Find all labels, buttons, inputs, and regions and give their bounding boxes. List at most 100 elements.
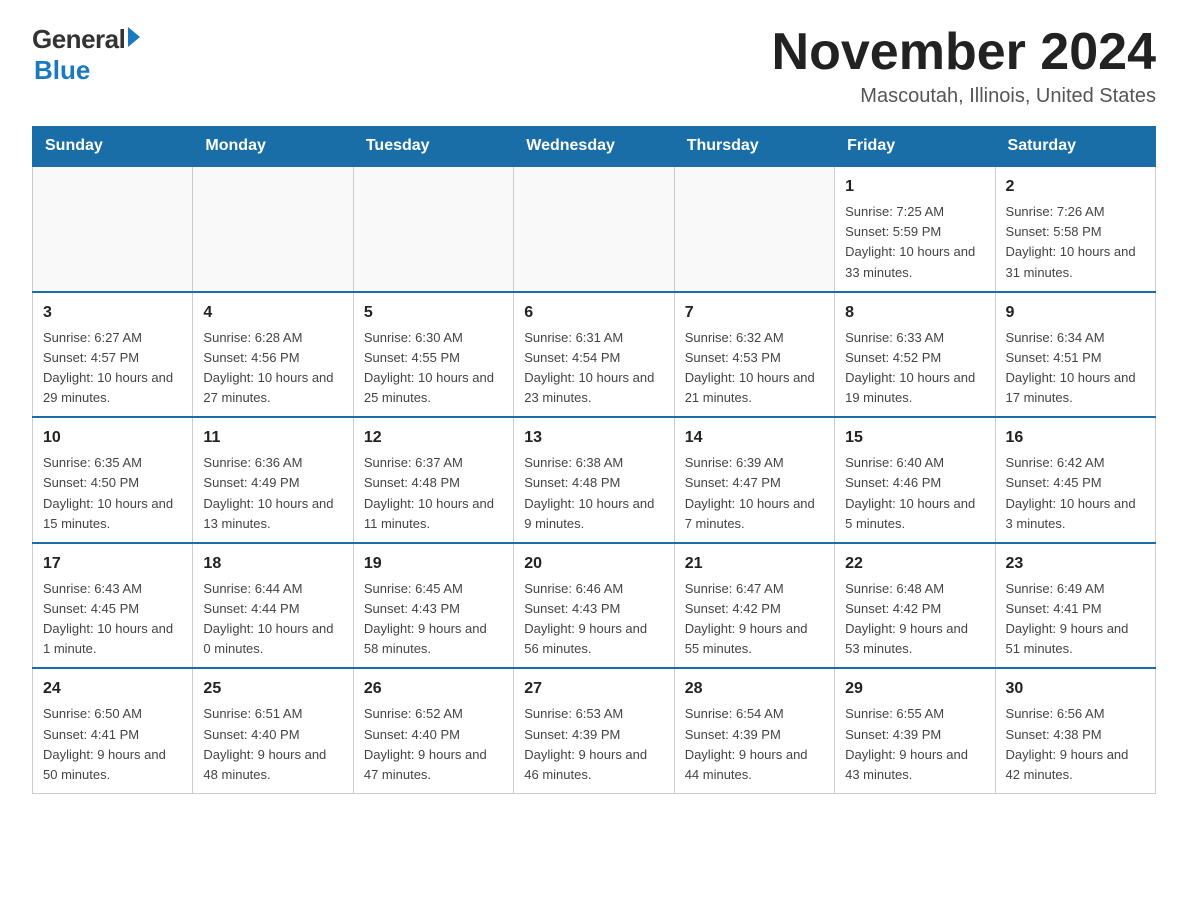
calendar-cell: 16 Sunrise: 6:42 AM Sunset: 4:45 PM Dayli… xyxy=(995,417,1155,543)
day-info: Sunrise: 6:34 AM Sunset: 4:51 PM Dayligh… xyxy=(1006,328,1145,409)
calendar-cell: 2Sunrise: 7:26 AM Sunset: 5:58 PM Daylig… xyxy=(995,166,1155,292)
day-info: Sunrise: 6:36 AM Sunset: 4:49 PM Dayligh… xyxy=(203,453,342,534)
day-number: 23 xyxy=(1006,552,1145,576)
day-number: 2 xyxy=(1006,175,1145,199)
col-header-tuesday: Tuesday xyxy=(353,127,513,167)
calendar-header-row: SundayMondayTuesdayWednesdayThursdayFrid… xyxy=(33,127,1156,167)
day-info: Sunrise: 6:28 AM Sunset: 4:56 PM Dayligh… xyxy=(203,328,342,409)
day-number: 11 xyxy=(203,426,342,450)
day-number: 9 xyxy=(1006,301,1145,325)
calendar-cell: 8 Sunrise: 6:33 AM Sunset: 4:52 PM Daylig… xyxy=(835,292,995,418)
day-number: 5 xyxy=(364,301,503,325)
day-number: 27 xyxy=(524,677,663,701)
week-row-4: 17Sunrise: 6:43 AM Sunset: 4:45 PM Dayli… xyxy=(33,543,1156,669)
calendar-cell: 4 Sunrise: 6:28 AM Sunset: 4:56 PM Daylig… xyxy=(193,292,353,418)
day-info: Sunrise: 6:50 AM Sunset: 4:41 PM Dayligh… xyxy=(43,704,182,785)
week-row-2: 3 Sunrise: 6:27 AM Sunset: 4:57 PM Daylig… xyxy=(33,292,1156,418)
calendar-cell: 28Sunrise: 6:54 AM Sunset: 4:39 PM Dayli… xyxy=(674,668,834,793)
day-info: Sunrise: 6:42 AM Sunset: 4:45 PM Dayligh… xyxy=(1006,453,1145,534)
col-header-thursday: Thursday xyxy=(674,127,834,167)
week-row-1: 1Sunrise: 7:25 AM Sunset: 5:59 PM Daylig… xyxy=(33,166,1156,292)
calendar-cell: 11 Sunrise: 6:36 AM Sunset: 4:49 PM Dayli… xyxy=(193,417,353,543)
day-info: Sunrise: 6:27 AM Sunset: 4:57 PM Dayligh… xyxy=(43,328,182,409)
day-number: 30 xyxy=(1006,677,1145,701)
calendar-cell: 26Sunrise: 6:52 AM Sunset: 4:40 PM Dayli… xyxy=(353,668,513,793)
week-row-5: 24 Sunrise: 6:50 AM Sunset: 4:41 PM Dayli… xyxy=(33,668,1156,793)
day-number: 15 xyxy=(845,426,984,450)
calendar-cell: 6 Sunrise: 6:31 AM Sunset: 4:54 PM Daylig… xyxy=(514,292,674,418)
page-header: General Blue November 2024 Mascoutah, Il… xyxy=(32,24,1156,108)
day-number: 24 xyxy=(43,677,182,701)
day-info: Sunrise: 6:48 AM Sunset: 4:42 PM Dayligh… xyxy=(845,579,984,660)
day-number: 12 xyxy=(364,426,503,450)
day-info: Sunrise: 6:53 AM Sunset: 4:39 PM Dayligh… xyxy=(524,704,663,785)
day-info: Sunrise: 6:56 AM Sunset: 4:38 PM Dayligh… xyxy=(1006,704,1145,785)
day-info: Sunrise: 6:39 AM Sunset: 4:47 PM Dayligh… xyxy=(685,453,824,534)
calendar-cell: 24 Sunrise: 6:50 AM Sunset: 4:41 PM Dayli… xyxy=(33,668,193,793)
day-info: Sunrise: 6:37 AM Sunset: 4:48 PM Dayligh… xyxy=(364,453,503,534)
calendar-cell: 27 Sunrise: 6:53 AM Sunset: 4:39 PM Dayli… xyxy=(514,668,674,793)
day-info: Sunrise: 6:46 AM Sunset: 4:43 PM Dayligh… xyxy=(524,579,663,660)
day-info: Sunrise: 6:30 AM Sunset: 4:55 PM Dayligh… xyxy=(364,328,503,409)
logo-general-text: General xyxy=(32,24,125,55)
week-row-3: 10 Sunrise: 6:35 AM Sunset: 4:50 PM Dayli… xyxy=(33,417,1156,543)
day-info: Sunrise: 6:35 AM Sunset: 4:50 PM Dayligh… xyxy=(43,453,182,534)
day-number: 16 xyxy=(1006,426,1145,450)
day-info: Sunrise: 6:40 AM Sunset: 4:46 PM Dayligh… xyxy=(845,453,984,534)
calendar-cell xyxy=(674,166,834,292)
day-info: Sunrise: 6:43 AM Sunset: 4:45 PM Dayligh… xyxy=(43,579,182,660)
calendar-cell: 7Sunrise: 6:32 AM Sunset: 4:53 PM Daylig… xyxy=(674,292,834,418)
day-info: Sunrise: 6:31 AM Sunset: 4:54 PM Dayligh… xyxy=(524,328,663,409)
col-header-wednesday: Wednesday xyxy=(514,127,674,167)
logo-blue-text: Blue xyxy=(34,55,90,86)
day-number: 18 xyxy=(203,552,342,576)
calendar-cell: 30 Sunrise: 6:56 AM Sunset: 4:38 PM Dayli… xyxy=(995,668,1155,793)
calendar-cell xyxy=(353,166,513,292)
col-header-monday: Monday xyxy=(193,127,353,167)
day-number: 3 xyxy=(43,301,182,325)
day-number: 29 xyxy=(845,677,984,701)
day-number: 28 xyxy=(685,677,824,701)
col-header-saturday: Saturday xyxy=(995,127,1155,167)
calendar-cell: 5 Sunrise: 6:30 AM Sunset: 4:55 PM Daylig… xyxy=(353,292,513,418)
calendar-table: SundayMondayTuesdayWednesdayThursdayFrid… xyxy=(32,126,1156,794)
day-number: 4 xyxy=(203,301,342,325)
day-number: 1 xyxy=(845,175,984,199)
day-info: Sunrise: 6:38 AM Sunset: 4:48 PM Dayligh… xyxy=(524,453,663,534)
day-info: Sunrise: 6:44 AM Sunset: 4:44 PM Dayligh… xyxy=(203,579,342,660)
day-number: 10 xyxy=(43,426,182,450)
calendar-cell: 12 Sunrise: 6:37 AM Sunset: 4:48 PM Dayli… xyxy=(353,417,513,543)
day-number: 19 xyxy=(364,552,503,576)
calendar-cell: 29 Sunrise: 6:55 AM Sunset: 4:39 PM Dayli… xyxy=(835,668,995,793)
calendar-cell: 17Sunrise: 6:43 AM Sunset: 4:45 PM Dayli… xyxy=(33,543,193,669)
day-info: Sunrise: 6:33 AM Sunset: 4:52 PM Dayligh… xyxy=(845,328,984,409)
day-info: Sunrise: 6:51 AM Sunset: 4:40 PM Dayligh… xyxy=(203,704,342,785)
calendar-cell: 18 Sunrise: 6:44 AM Sunset: 4:44 PM Dayli… xyxy=(193,543,353,669)
day-info: Sunrise: 6:47 AM Sunset: 4:42 PM Dayligh… xyxy=(685,579,824,660)
calendar-cell: 25 Sunrise: 6:51 AM Sunset: 4:40 PM Dayli… xyxy=(193,668,353,793)
calendar-cell: 21 Sunrise: 6:47 AM Sunset: 4:42 PM Dayli… xyxy=(674,543,834,669)
calendar-cell: 13 Sunrise: 6:38 AM Sunset: 4:48 PM Dayli… xyxy=(514,417,674,543)
calendar-cell: 22 Sunrise: 6:48 AM Sunset: 4:42 PM Dayli… xyxy=(835,543,995,669)
calendar-cell: 10 Sunrise: 6:35 AM Sunset: 4:50 PM Dayli… xyxy=(33,417,193,543)
calendar-cell: 15 Sunrise: 6:40 AM Sunset: 4:46 PM Dayli… xyxy=(835,417,995,543)
day-number: 8 xyxy=(845,301,984,325)
calendar-cell xyxy=(33,166,193,292)
day-info: Sunrise: 6:45 AM Sunset: 4:43 PM Dayligh… xyxy=(364,579,503,660)
day-info: Sunrise: 6:55 AM Sunset: 4:39 PM Dayligh… xyxy=(845,704,984,785)
calendar-cell xyxy=(514,166,674,292)
day-number: 20 xyxy=(524,552,663,576)
day-number: 22 xyxy=(845,552,984,576)
day-number: 6 xyxy=(524,301,663,325)
calendar-cell: 9 Sunrise: 6:34 AM Sunset: 4:51 PM Daylig… xyxy=(995,292,1155,418)
day-info: Sunrise: 6:32 AM Sunset: 4:53 PM Dayligh… xyxy=(685,328,824,409)
day-number: 21 xyxy=(685,552,824,576)
col-header-sunday: Sunday xyxy=(33,127,193,167)
day-info: Sunrise: 6:52 AM Sunset: 4:40 PM Dayligh… xyxy=(364,704,503,785)
day-number: 25 xyxy=(203,677,342,701)
calendar-cell: 14Sunrise: 6:39 AM Sunset: 4:47 PM Dayli… xyxy=(674,417,834,543)
calendar-cell: 3 Sunrise: 6:27 AM Sunset: 4:57 PM Daylig… xyxy=(33,292,193,418)
day-number: 13 xyxy=(524,426,663,450)
title-area: November 2024 Mascoutah, Illinois, Unite… xyxy=(772,24,1156,108)
logo: General Blue xyxy=(32,24,140,86)
